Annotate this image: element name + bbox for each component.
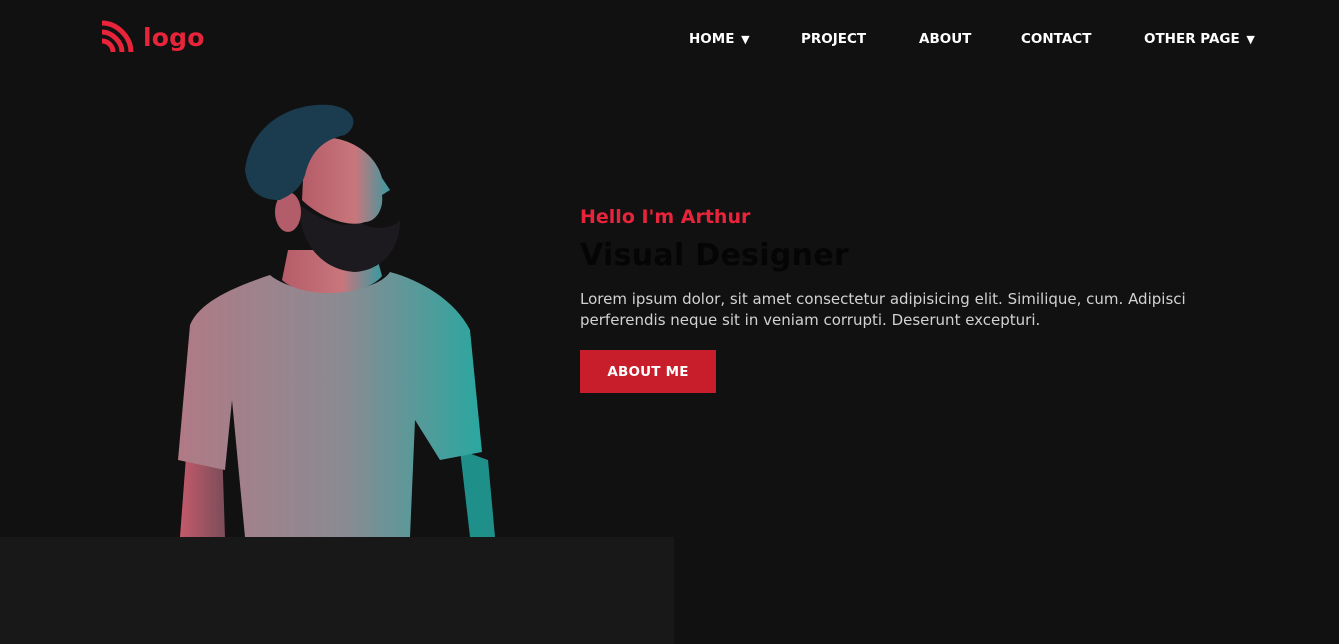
nav-item-label: HOME — [689, 31, 735, 47]
hero-description: Lorem ipsum dolor, sit amet consectetur … — [580, 290, 1186, 329]
nav-item-home[interactable]: HOME ▼ — [689, 30, 750, 49]
hero-greeting: Hello I'm Arthur — [580, 206, 751, 228]
chevron-down-icon: ▼ — [1246, 33, 1255, 46]
about-me-button[interactable]: ABOUT ME — [580, 350, 716, 393]
chevron-down-icon: ▼ — [741, 33, 750, 46]
nav-item-other-page[interactable]: OTHER PAGE ▼ — [1144, 30, 1255, 49]
nav-item-label: CONTACT — [1021, 31, 1092, 47]
landing-page: logo HOME ▼ PROJECT ABOUT CONTACT OTHER … — [0, 0, 1339, 644]
bottom-panel — [0, 537, 674, 644]
nav-item-project[interactable]: PROJECT — [801, 30, 866, 48]
nav-item-label: PROJECT — [801, 31, 867, 47]
hero-headline: Visual Designer — [580, 238, 850, 273]
logo-text: logo — [143, 22, 205, 52]
nav-item-contact[interactable]: CONTACT — [1021, 30, 1091, 48]
nav-item-about[interactable]: ABOUT — [919, 30, 971, 48]
logo-link[interactable]: logo — [99, 20, 205, 55]
wifi-signal-icon — [101, 20, 134, 53]
nav-item-label: ABOUT — [919, 31, 972, 47]
nav-item-label: OTHER PAGE — [1144, 31, 1240, 47]
hero-portrait-image — [178, 104, 495, 537]
